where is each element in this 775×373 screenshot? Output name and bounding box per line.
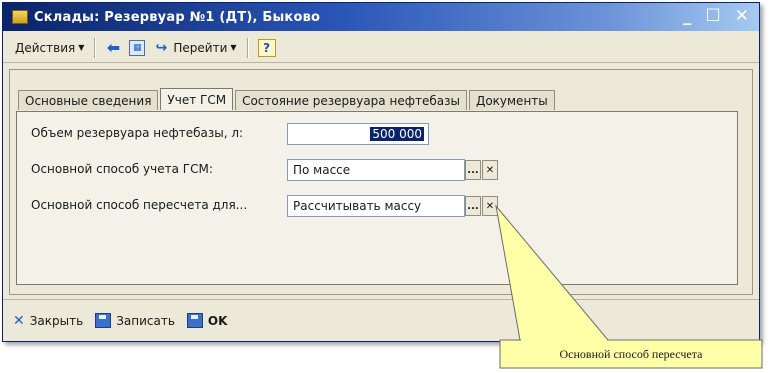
callout-text: Основной способ пересчета <box>559 346 703 361</box>
callout-balloon <box>495 204 763 369</box>
callout-pointer <box>495 204 610 341</box>
